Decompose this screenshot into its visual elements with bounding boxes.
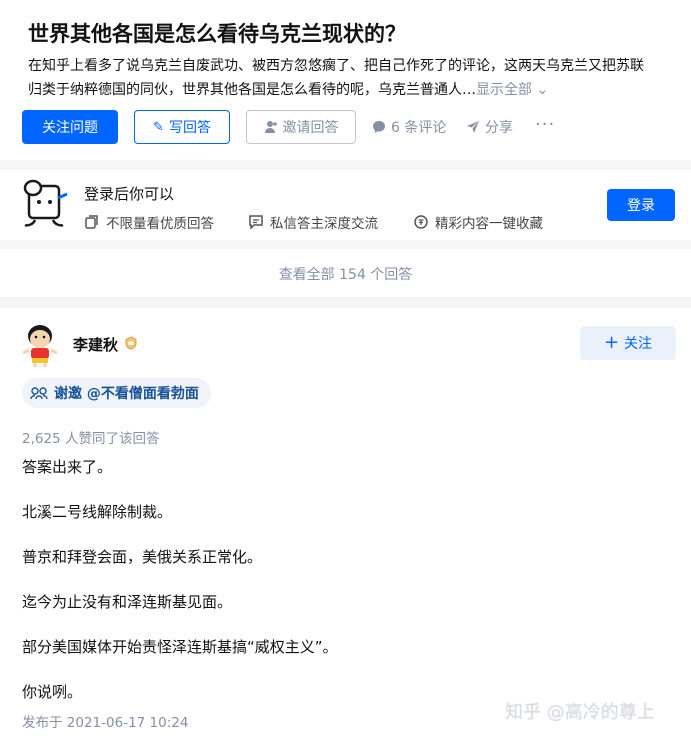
person-plus-icon bbox=[264, 121, 277, 133]
author-badge-icon bbox=[125, 336, 137, 350]
perk-1-label: 不限量看优质回答 bbox=[106, 216, 214, 232]
invited-by-tag[interactable]: 谢邀 @不看僧面看勃面 bbox=[22, 378, 211, 408]
perk-one-click-collect: 精彩内容一键收藏 bbox=[414, 212, 543, 232]
perk-unlimited-answers: 不限量看优质回答 bbox=[85, 212, 214, 232]
share-button[interactable]: 分享 bbox=[466, 110, 513, 144]
upvote-count: 2,625 人赞同了该回答 bbox=[22, 431, 160, 447]
answer-paragraph: 普京和拜登会面，美俄关系正常化。 bbox=[22, 548, 263, 566]
paper-plane-icon bbox=[467, 121, 479, 133]
pencil-icon: ✎ bbox=[153, 119, 164, 135]
perk-2-label: 私信答主深度交流 bbox=[270, 216, 378, 232]
invited-by-label: 谢邀 @不看僧面看勃面 bbox=[54, 386, 199, 402]
login-prompt-title: 登录后你可以 bbox=[84, 185, 175, 203]
login-button[interactable]: 登录 bbox=[607, 189, 675, 221]
answer-paragraph: 北溪二号线解除制裁。 bbox=[22, 503, 173, 521]
comment-bubble-icon bbox=[373, 121, 385, 133]
invite-answer-label: 邀请回答 bbox=[282, 120, 339, 136]
view-all-answers-link[interactable]: 查看全部 154 个回答 bbox=[0, 264, 691, 284]
author-name[interactable]: 李建秋 bbox=[73, 334, 118, 355]
share-label: 分享 bbox=[485, 120, 513, 136]
perk-3-label: 精彩内容一键收藏 bbox=[435, 216, 543, 232]
publish-date[interactable]: 发布于 2021-06-17 10:24 bbox=[22, 711, 188, 731]
view-all-answers-bar[interactable]: 查看全部 154 个回答 bbox=[0, 249, 691, 297]
plus-icon: + bbox=[603, 332, 620, 353]
login-banner: 登录后你可以 不限量看优质回答 私信答主深度交流 精彩内容一键收藏 登录 bbox=[0, 170, 691, 240]
answer-paragraph: 答案出来了。 bbox=[22, 458, 113, 476]
follow-author-button[interactable]: + 关注 bbox=[580, 326, 676, 360]
answer-card: 李建秋 + 关注 谢邀 @不看僧面看勃面 2,625 人赞同了该回答 答案出来了… bbox=[0, 308, 691, 736]
follow-question-label: 关注问题 bbox=[42, 120, 98, 136]
question-title[interactable]: 世界其他各国是怎么看待乌克兰现状的？ bbox=[28, 18, 406, 48]
copy-icon bbox=[85, 215, 98, 229]
bookmark-icon bbox=[414, 215, 428, 229]
question-desc-text: 归类于纳粹德国的同伙，世界其他各国是怎么看待的呢，乌克兰普通人… bbox=[28, 82, 476, 98]
answer-content: 答案出来了。 北溪二号线解除制裁。 普京和拜登会面，美俄关系正常化。 迄今为止没… bbox=[22, 455, 662, 725]
perk-private-message: 私信答主深度交流 bbox=[249, 212, 378, 232]
question-desc-line-2: 归类于纳粹德国的同伙，世界其他各国是怎么看待的呢，乌克兰普通人…显示全部 ⌄ bbox=[28, 78, 688, 102]
show-all-link[interactable]: 显示全部 ⌄ bbox=[476, 82, 548, 98]
invite-answer-button[interactable]: 邀请回答 bbox=[246, 110, 356, 144]
avatar[interactable] bbox=[21, 322, 59, 368]
comments-label: 6 条评论 bbox=[391, 120, 447, 136]
write-answer-label: 写回答 bbox=[168, 120, 211, 136]
watermark: 知乎 @高冷的尊上 bbox=[505, 702, 655, 723]
answer-paragraph: 部分美国媒体开始责怪泽连斯基搞“威权主义”。 bbox=[22, 638, 338, 656]
write-answer-button[interactable]: ✎ 写回答 bbox=[134, 110, 230, 144]
message-icon bbox=[249, 215, 263, 229]
question-description: 在知乎上看多了说乌克兰自废武功、被西方忽悠瘸了、把自己作死了的评论，这两天乌克兰… bbox=[28, 54, 688, 102]
zhihu-mascot-icon bbox=[23, 179, 68, 227]
comments-button[interactable]: 6 条评论 bbox=[372, 110, 446, 144]
follow-author-label: 关注 bbox=[624, 336, 653, 352]
question-header: 世界其他各国是怎么看待乌克兰现状的？ 在知乎上看多了说乌克兰自废武功、被西方忽悠… bbox=[0, 0, 691, 160]
follow-question-button[interactable]: 关注问题 bbox=[22, 110, 118, 144]
answer-paragraph: 迄今为止没有和泽连斯基见面。 bbox=[22, 593, 233, 611]
more-options-button[interactable]: ··· bbox=[535, 114, 555, 135]
question-desc-line-1: 在知乎上看多了说乌克兰自废武功、被西方忽悠瘸了、把自己作死了的评论，这两天乌克兰… bbox=[28, 58, 644, 74]
people-icon bbox=[30, 387, 48, 400]
